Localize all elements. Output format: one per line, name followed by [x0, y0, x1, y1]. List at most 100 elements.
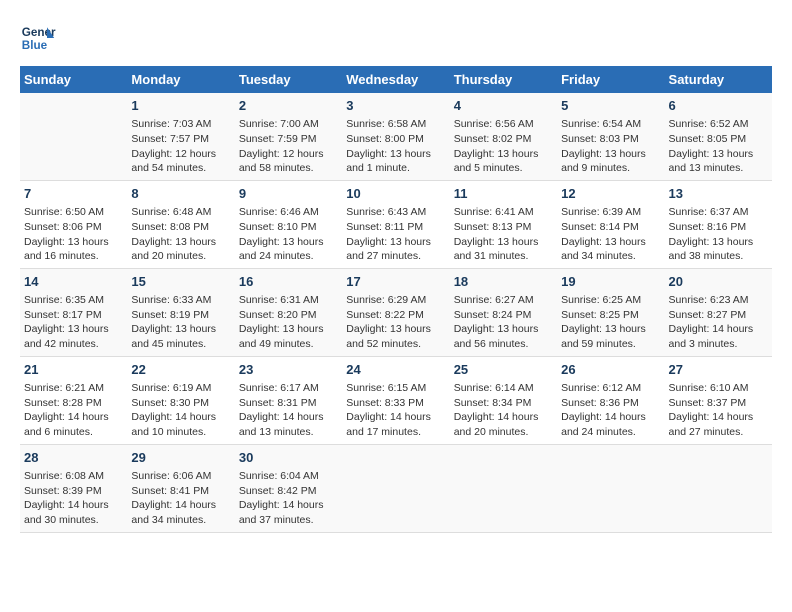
day-number: 8 [131, 185, 230, 203]
day-number: 6 [669, 97, 768, 115]
calendar-table: SundayMondayTuesdayWednesdayThursdayFrid… [20, 66, 772, 533]
day-number: 11 [454, 185, 553, 203]
day-cell: 16Sunrise: 6:31 AM Sunset: 8:20 PM Dayli… [235, 268, 342, 356]
day-cell: 18Sunrise: 6:27 AM Sunset: 8:24 PM Dayli… [450, 268, 557, 356]
column-header-monday: Monday [127, 66, 234, 93]
day-number: 17 [346, 273, 445, 291]
page-header: General Blue [20, 20, 772, 56]
day-info: Sunrise: 6:15 AM Sunset: 8:33 PM Dayligh… [346, 381, 445, 440]
day-cell: 29 Sunrise: 6:06 AM Sunset: 8:41 PM Dayli… [127, 444, 234, 532]
day-cell: 7 Sunrise: 6:50 AM Sunset: 8:06 PM Daylig… [20, 180, 127, 268]
logo: General Blue [20, 20, 56, 56]
day-number: 30 [239, 449, 338, 467]
day-info: Sunrise: 6:10 AM Sunset: 8:37 PM Dayligh… [669, 381, 768, 440]
day-info: Sunrise: 6:35 AM Sunset: 8:17 PM Dayligh… [24, 293, 123, 352]
day-info: Sunrise: 6:21 AM Sunset: 8:28 PM Dayligh… [24, 381, 123, 440]
day-cell: 5 Sunrise: 6:54 AM Sunset: 8:03 PM Daylig… [557, 93, 664, 180]
day-number: 19 [561, 273, 660, 291]
day-number: 7 [24, 185, 123, 203]
day-info: Sunrise: 6:39 AM Sunset: 8:14 PM Dayligh… [561, 205, 660, 264]
day-info: Sunrise: 6:06 AM Sunset: 8:41 PM Dayligh… [131, 469, 230, 528]
day-cell: 26Sunrise: 6:12 AM Sunset: 8:36 PM Dayli… [557, 356, 664, 444]
day-number: 20 [669, 273, 768, 291]
week-row-3: 14Sunrise: 6:35 AM Sunset: 8:17 PM Dayli… [20, 268, 772, 356]
day-number: 25 [454, 361, 553, 379]
day-cell: 9 Sunrise: 6:46 AM Sunset: 8:10 PM Daylig… [235, 180, 342, 268]
day-cell: 2Sunrise: 7:00 AM Sunset: 7:59 PM Daylig… [235, 93, 342, 180]
day-cell: 13Sunrise: 6:37 AM Sunset: 8:16 PM Dayli… [665, 180, 772, 268]
logo-icon: General Blue [20, 20, 56, 56]
week-row-5: 28 Sunrise: 6:08 AM Sunset: 8:39 PM Dayli… [20, 444, 772, 532]
week-row-2: 7 Sunrise: 6:50 AM Sunset: 8:06 PM Daylig… [20, 180, 772, 268]
day-info: Sunrise: 6:04 AM Sunset: 8:42 PM Dayligh… [239, 469, 338, 528]
day-info: Sunrise: 6:46 AM Sunset: 8:10 PM Dayligh… [239, 205, 338, 264]
day-cell: 4 Sunrise: 6:56 AM Sunset: 8:02 PM Daylig… [450, 93, 557, 180]
day-cell [665, 444, 772, 532]
day-number: 29 [131, 449, 230, 467]
day-cell: 24Sunrise: 6:15 AM Sunset: 8:33 PM Dayli… [342, 356, 449, 444]
day-info: Sunrise: 6:54 AM Sunset: 8:03 PM Dayligh… [561, 117, 660, 176]
day-info: Sunrise: 6:27 AM Sunset: 8:24 PM Dayligh… [454, 293, 553, 352]
day-cell: 22 Sunrise: 6:19 AM Sunset: 8:30 PM Dayli… [127, 356, 234, 444]
column-header-sunday: Sunday [20, 66, 127, 93]
day-number: 13 [669, 185, 768, 203]
week-row-4: 21 Sunrise: 6:21 AM Sunset: 8:28 PM Dayli… [20, 356, 772, 444]
day-info: Sunrise: 6:50 AM Sunset: 8:06 PM Dayligh… [24, 205, 123, 264]
day-info: Sunrise: 6:31 AM Sunset: 8:20 PM Dayligh… [239, 293, 338, 352]
day-cell: 1 Sunrise: 7:03 AM Sunset: 7:57 PM Daylig… [127, 93, 234, 180]
day-cell: 27 Sunrise: 6:10 AM Sunset: 8:37 PM Dayli… [665, 356, 772, 444]
day-info: Sunrise: 6:58 AM Sunset: 8:00 PM Dayligh… [346, 117, 445, 176]
day-number: 28 [24, 449, 123, 467]
day-info: Sunrise: 6:29 AM Sunset: 8:22 PM Dayligh… [346, 293, 445, 352]
day-info: Sunrise: 6:08 AM Sunset: 8:39 PM Dayligh… [24, 469, 123, 528]
day-number: 1 [131, 97, 230, 115]
day-info: Sunrise: 6:48 AM Sunset: 8:08 PM Dayligh… [131, 205, 230, 264]
day-cell: 25 Sunrise: 6:14 AM Sunset: 8:34 PM Dayli… [450, 356, 557, 444]
day-cell [557, 444, 664, 532]
day-cell: 20Sunrise: 6:23 AM Sunset: 8:27 PM Dayli… [665, 268, 772, 356]
day-cell [342, 444, 449, 532]
day-info: Sunrise: 6:43 AM Sunset: 8:11 PM Dayligh… [346, 205, 445, 264]
day-cell: 28 Sunrise: 6:08 AM Sunset: 8:39 PM Dayli… [20, 444, 127, 532]
day-info: Sunrise: 6:17 AM Sunset: 8:31 PM Dayligh… [239, 381, 338, 440]
column-header-thursday: Thursday [450, 66, 557, 93]
day-info: Sunrise: 7:00 AM Sunset: 7:59 PM Dayligh… [239, 117, 338, 176]
day-info: Sunrise: 6:19 AM Sunset: 8:30 PM Dayligh… [131, 381, 230, 440]
calendar-body: 1 Sunrise: 7:03 AM Sunset: 7:57 PM Daylig… [20, 93, 772, 532]
day-cell: 8 Sunrise: 6:48 AM Sunset: 8:08 PM Daylig… [127, 180, 234, 268]
day-number: 22 [131, 361, 230, 379]
day-cell: 23 Sunrise: 6:17 AM Sunset: 8:31 PM Dayli… [235, 356, 342, 444]
day-number: 5 [561, 97, 660, 115]
day-cell [20, 93, 127, 180]
day-number: 27 [669, 361, 768, 379]
day-info: Sunrise: 6:14 AM Sunset: 8:34 PM Dayligh… [454, 381, 553, 440]
day-number: 9 [239, 185, 338, 203]
day-cell: 11 Sunrise: 6:41 AM Sunset: 8:13 PM Dayli… [450, 180, 557, 268]
day-cell: 3 Sunrise: 6:58 AM Sunset: 8:00 PM Daylig… [342, 93, 449, 180]
day-info: Sunrise: 6:33 AM Sunset: 8:19 PM Dayligh… [131, 293, 230, 352]
day-info: Sunrise: 6:41 AM Sunset: 8:13 PM Dayligh… [454, 205, 553, 264]
day-cell: 21 Sunrise: 6:21 AM Sunset: 8:28 PM Dayli… [20, 356, 127, 444]
day-info: Sunrise: 7:03 AM Sunset: 7:57 PM Dayligh… [131, 117, 230, 176]
day-info: Sunrise: 6:52 AM Sunset: 8:05 PM Dayligh… [669, 117, 768, 176]
day-number: 4 [454, 97, 553, 115]
day-cell: 10 Sunrise: 6:43 AM Sunset: 8:11 PM Dayli… [342, 180, 449, 268]
day-cell: 19Sunrise: 6:25 AM Sunset: 8:25 PM Dayli… [557, 268, 664, 356]
day-number: 10 [346, 185, 445, 203]
column-header-friday: Friday [557, 66, 664, 93]
column-header-wednesday: Wednesday [342, 66, 449, 93]
day-info: Sunrise: 6:12 AM Sunset: 8:36 PM Dayligh… [561, 381, 660, 440]
week-row-1: 1 Sunrise: 7:03 AM Sunset: 7:57 PM Daylig… [20, 93, 772, 180]
day-cell: 17 Sunrise: 6:29 AM Sunset: 8:22 PM Dayli… [342, 268, 449, 356]
day-info: Sunrise: 6:56 AM Sunset: 8:02 PM Dayligh… [454, 117, 553, 176]
column-headers: SundayMondayTuesdayWednesdayThursdayFrid… [20, 66, 772, 93]
day-number: 3 [346, 97, 445, 115]
day-cell: 15Sunrise: 6:33 AM Sunset: 8:19 PM Dayli… [127, 268, 234, 356]
column-header-saturday: Saturday [665, 66, 772, 93]
day-cell: 30 Sunrise: 6:04 AM Sunset: 8:42 PM Dayli… [235, 444, 342, 532]
day-cell: 6 Sunrise: 6:52 AM Sunset: 8:05 PM Daylig… [665, 93, 772, 180]
day-cell [450, 444, 557, 532]
day-cell: 14Sunrise: 6:35 AM Sunset: 8:17 PM Dayli… [20, 268, 127, 356]
day-number: 21 [24, 361, 123, 379]
day-number: 23 [239, 361, 338, 379]
